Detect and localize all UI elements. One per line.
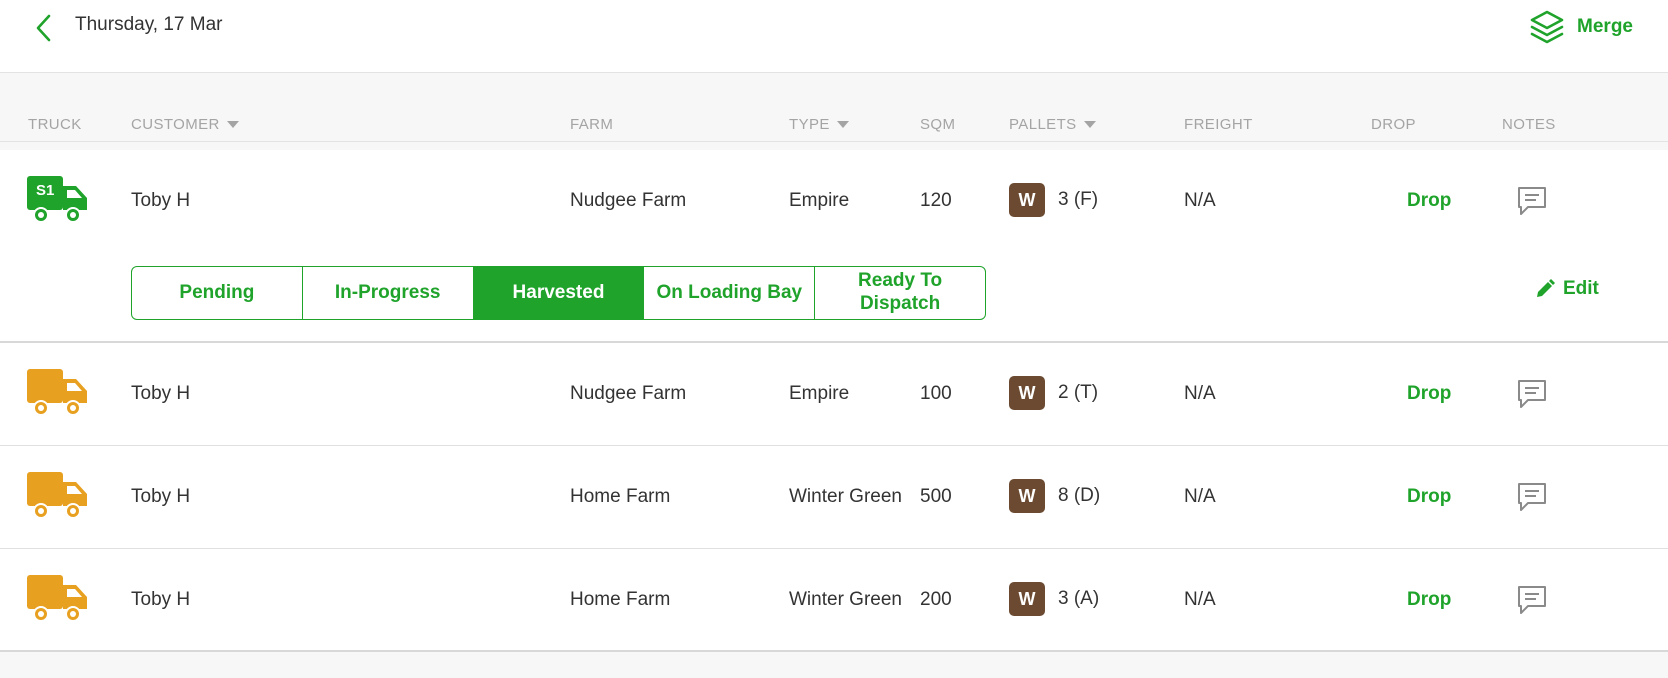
comment-icon bbox=[1518, 586, 1546, 614]
sqm-cell: 120 bbox=[920, 190, 952, 211]
table-header: TRUCK CUSTOMER FARM TYPE SQM PALLETS FRE… bbox=[0, 102, 1668, 142]
farm-cell: Nudgee Farm bbox=[570, 383, 687, 404]
truck-label: S1 bbox=[36, 182, 55, 199]
column-header-customer[interactable]: CUSTOMER bbox=[131, 116, 239, 133]
sqm-cell: 500 bbox=[920, 486, 952, 507]
caret-down-icon bbox=[226, 121, 239, 128]
status-selector: Pending In-Progress Harvested On Loading… bbox=[131, 266, 986, 320]
sqm-cell: 200 bbox=[920, 589, 952, 610]
status-ready-to-dispatch[interactable]: Ready To Dispatch bbox=[815, 267, 985, 319]
comment-icon bbox=[1518, 187, 1546, 215]
type-cell: Empire bbox=[789, 383, 850, 404]
customer-cell: Toby H bbox=[131, 486, 191, 507]
notes-button[interactable] bbox=[1516, 378, 1548, 410]
chevron-left-icon bbox=[36, 14, 51, 42]
caret-down-icon bbox=[836, 121, 849, 128]
comment-icon bbox=[1518, 483, 1546, 511]
table-row[interactable]: Toby H Home Farm Winter Green 200 W 3 (A… bbox=[0, 549, 1668, 652]
status-harvested[interactable]: Harvested bbox=[473, 267, 645, 319]
column-header-drop: DROP bbox=[1371, 116, 1416, 133]
status-pending[interactable]: Pending bbox=[132, 267, 303, 319]
pallet-type-badge: W bbox=[1009, 183, 1045, 217]
top-bar: Thursday, 17 Mar Merge bbox=[0, 0, 1668, 73]
table-row[interactable]: Toby H Nudgee Farm Empire 100 W 2 (T) N/… bbox=[0, 343, 1668, 446]
pallet-type-badge: W bbox=[1009, 376, 1045, 410]
back-button[interactable] bbox=[30, 10, 56, 46]
caret-down-icon bbox=[1083, 121, 1096, 128]
column-header-notes: NOTES bbox=[1502, 116, 1556, 133]
pencil-icon bbox=[1537, 279, 1555, 297]
edit-label: Edit bbox=[1563, 278, 1599, 299]
truck-button[interactable] bbox=[27, 575, 89, 625]
truck-icon bbox=[27, 369, 87, 416]
notes-button[interactable] bbox=[1516, 185, 1548, 217]
column-header-type[interactable]: TYPE bbox=[789, 116, 849, 133]
freight-cell: N/A bbox=[1184, 383, 1216, 404]
drop-link[interactable]: Drop bbox=[1407, 190, 1451, 212]
column-header-freight: FREIGHT bbox=[1184, 116, 1253, 133]
merge-button[interactable]: Merge bbox=[1529, 8, 1633, 46]
truck-icon bbox=[27, 575, 87, 622]
pallets-cell: 2 (T) bbox=[1058, 382, 1099, 403]
drop-link[interactable]: Drop bbox=[1407, 383, 1451, 405]
farm-cell: Home Farm bbox=[570, 589, 671, 610]
truck-button[interactable] bbox=[27, 369, 89, 419]
column-header-sqm: SQM bbox=[920, 116, 956, 133]
freight-cell: N/A bbox=[1184, 486, 1216, 507]
column-header-pallets[interactable]: PALLETS bbox=[1009, 116, 1096, 133]
farm-cell: Home Farm bbox=[570, 486, 671, 507]
customer-cell: Toby H bbox=[131, 383, 191, 404]
comment-icon bbox=[1518, 380, 1546, 408]
column-header-farm: FARM bbox=[570, 116, 614, 133]
column-header-truck: TRUCK bbox=[28, 116, 82, 133]
drop-link[interactable]: Drop bbox=[1407, 486, 1451, 508]
table-row[interactable]: Toby H Home Farm Winter Green 500 W 8 (D… bbox=[0, 446, 1668, 549]
page-title: Thursday, 17 Mar bbox=[75, 14, 223, 35]
pallets-cell: 3 (A) bbox=[1058, 588, 1100, 609]
notes-button[interactable] bbox=[1516, 481, 1548, 513]
customer-cell: Toby H bbox=[131, 589, 191, 610]
type-cell: Winter Green bbox=[789, 589, 902, 610]
pallet-type-badge: W bbox=[1009, 582, 1045, 616]
layers-icon bbox=[1530, 10, 1564, 44]
status-in-progress[interactable]: In-Progress bbox=[303, 267, 474, 319]
pallets-cell: 3 (F) bbox=[1058, 189, 1099, 210]
truck-button[interactable] bbox=[27, 472, 89, 522]
freight-cell: N/A bbox=[1184, 589, 1216, 610]
customer-cell: Toby H bbox=[131, 190, 191, 211]
type-cell: Empire bbox=[789, 190, 850, 211]
edit-button[interactable]: Edit bbox=[1535, 278, 1599, 300]
sqm-cell: 100 bbox=[920, 383, 952, 404]
merge-label: Merge bbox=[1577, 16, 1633, 37]
farm-cell: Nudgee Farm bbox=[570, 190, 687, 211]
status-on-loading-bay[interactable]: On Loading Bay bbox=[644, 267, 816, 319]
type-cell: Winter Green bbox=[789, 486, 902, 507]
pallet-type-badge: W bbox=[1009, 479, 1045, 513]
pallets-cell: 8 (D) bbox=[1058, 485, 1101, 506]
notes-button[interactable] bbox=[1516, 584, 1548, 616]
truck-button[interactable]: S1 bbox=[27, 176, 89, 226]
truck-icon bbox=[27, 472, 87, 519]
freight-cell: N/A bbox=[1184, 190, 1216, 211]
drop-link[interactable]: Drop bbox=[1407, 589, 1451, 611]
table-row[interactable]: S1 Toby H Nudgee Farm Empire 120 W 3 (F)… bbox=[0, 150, 1668, 343]
